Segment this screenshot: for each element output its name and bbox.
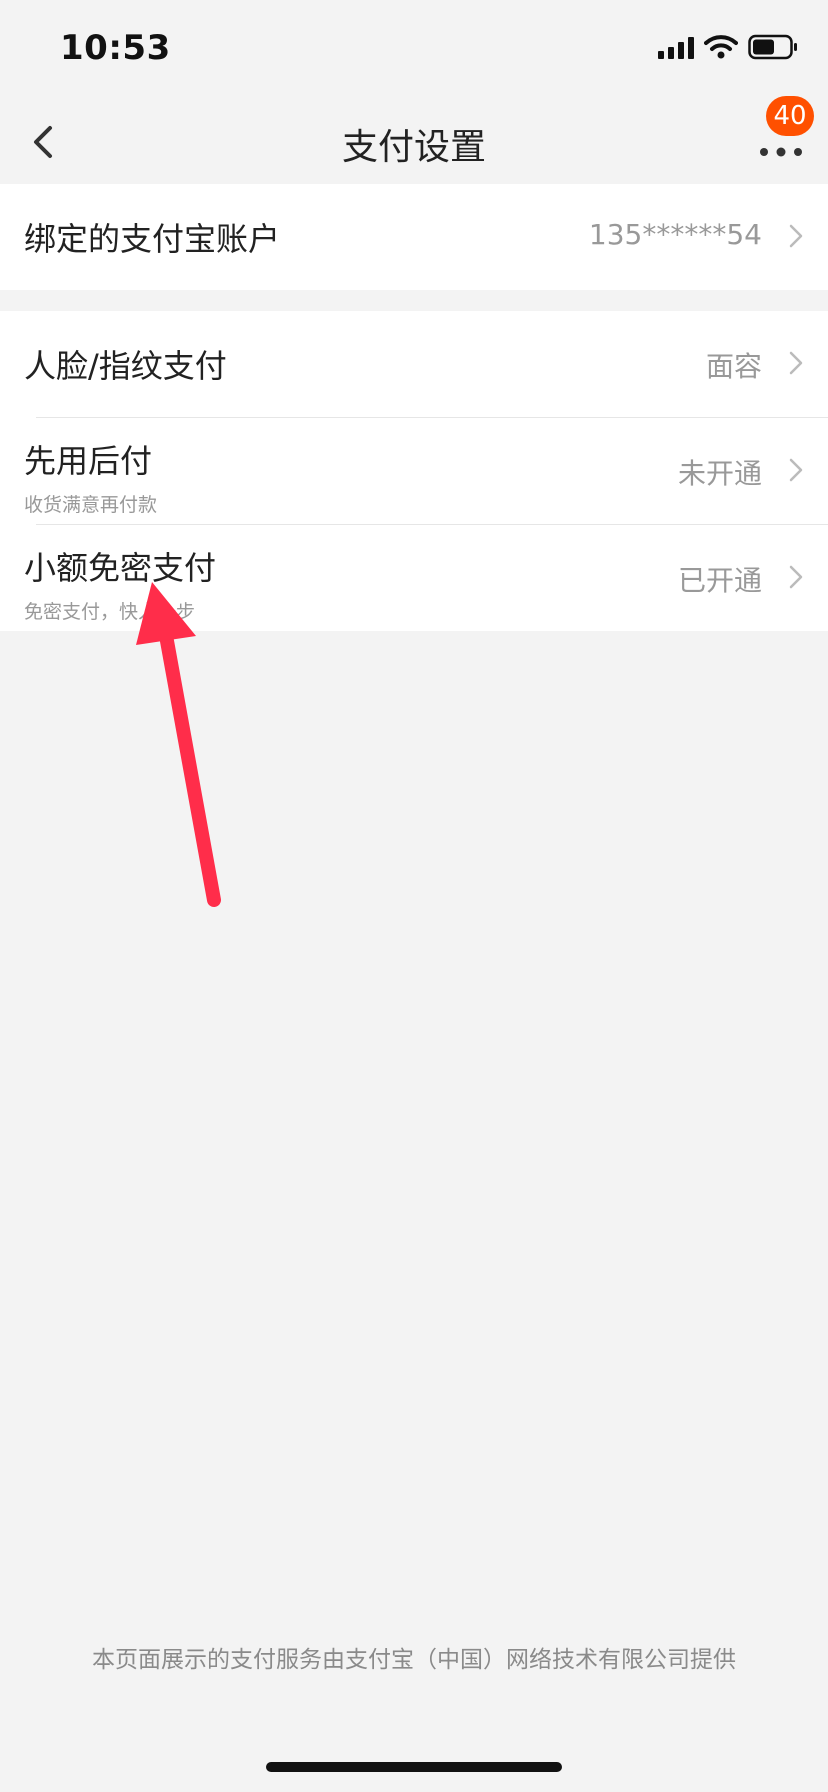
list-item-password-free-pay[interactable]: 小额免密支付 免密支付，快人一步 已开通 (0, 525, 828, 631)
page-title: 支付设置 (341, 127, 486, 168)
row-label: 人脸/指纹支付 (24, 347, 227, 385)
home-indicator[interactable] (266, 1762, 562, 1772)
status-icons (658, 34, 798, 60)
list-item-pay-later[interactable]: 先用后付 收货满意再付款 未开通 (0, 418, 828, 524)
status-time: 10:53 (60, 28, 171, 68)
row-subtitle: 收货满意再付款 (24, 494, 158, 516)
notification-badge: 40 (766, 96, 814, 136)
chevron-right-icon (789, 351, 803, 375)
wifi-icon (704, 35, 738, 59)
navigation-bar: 支付设置 (0, 100, 828, 184)
cellular-signal-icon (658, 35, 694, 59)
row-value: 已开通 (677, 564, 762, 597)
row-value: 未开通 (677, 457, 762, 490)
row-label: 绑定的支付宝账户 (24, 220, 281, 258)
row-label: 小额免密支付 (24, 549, 217, 587)
footer-disclaimer: 本页面展示的支付服务由支付宝（中国）网络技术有限公司提供 (92, 1647, 736, 1673)
status-bar: 10:53 (0, 0, 828, 100)
list-item-face-fingerprint-pay[interactable]: 人脸/指纹支付 面容 (0, 311, 828, 417)
chevron-right-icon (789, 458, 803, 482)
payment-settings-card: 人脸/指纹支付 面容 先用后付 收货满意再付款 未开通 小额免密支付 免密支付，… (0, 311, 828, 631)
account-card: 绑定的支付宝账户 135******54 (0, 184, 828, 290)
list-item-alipay-account[interactable]: 绑定的支付宝账户 135******54 (0, 184, 828, 290)
row-subtitle: 免密支付，快人一步 (24, 601, 196, 623)
row-label: 先用后付 (24, 442, 153, 480)
row-value: 135******54 (588, 218, 762, 251)
chevron-right-icon (789, 565, 803, 589)
battery-icon (748, 34, 797, 60)
row-value: 面容 (705, 350, 762, 383)
chevron-right-icon (789, 224, 803, 248)
